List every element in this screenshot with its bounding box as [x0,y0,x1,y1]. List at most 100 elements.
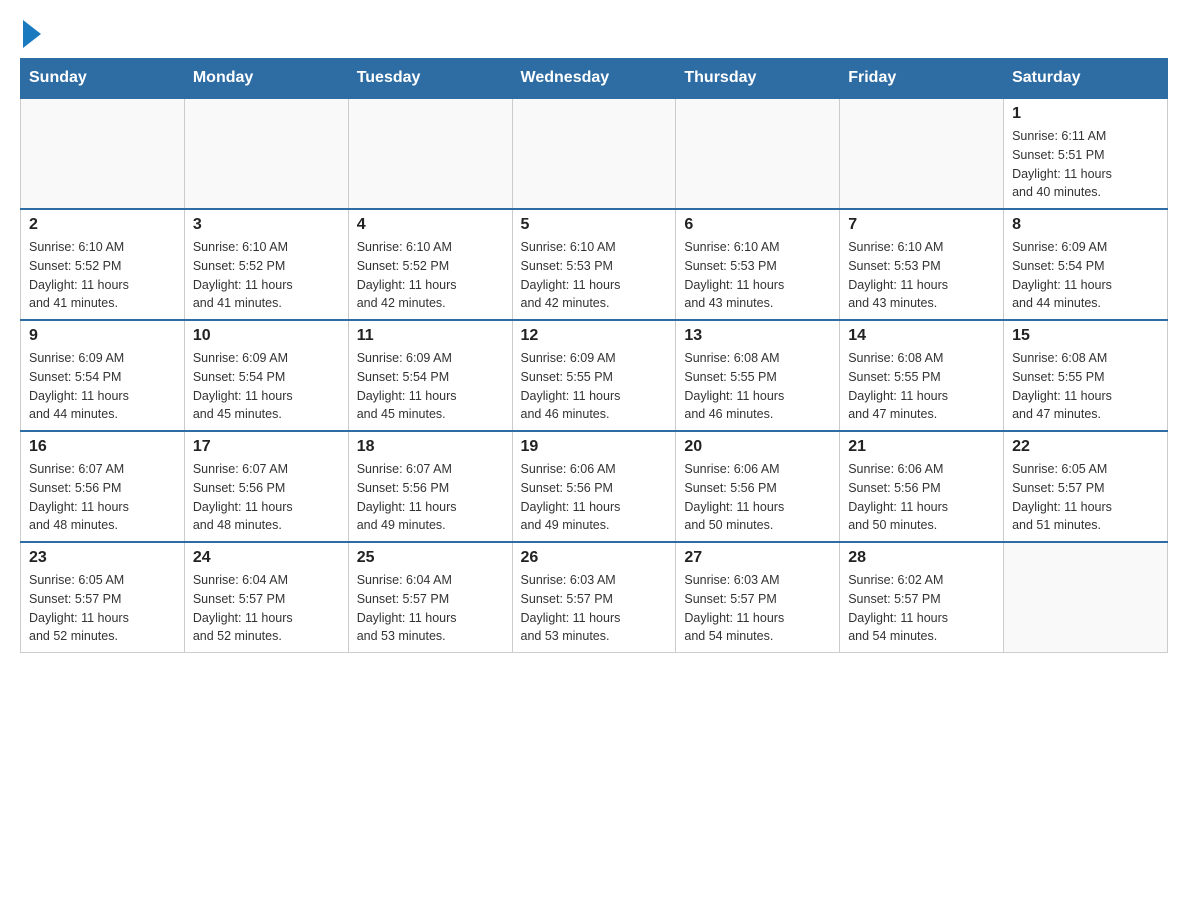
calendar-cell [840,98,1004,209]
calendar-cell [676,98,840,209]
calendar-cell: 1 Sunrise: 6:11 AM Sunset: 5:51 PM Daylig… [1004,98,1168,209]
calendar-cell: 18 Sunrise: 6:07 AM Sunset: 5:56 PM Dayli… [348,431,512,542]
day-info: Sunrise: 6:02 AM Sunset: 5:57 PM Dayligh… [848,571,995,646]
weekday-header-thursday: Thursday [676,59,840,99]
day-number: 2 [29,216,176,234]
day-info: Sunrise: 6:10 AM Sunset: 5:52 PM Dayligh… [193,238,340,313]
day-number: 24 [193,549,340,567]
calendar-cell: 5 Sunrise: 6:10 AM Sunset: 5:53 PM Daylig… [512,209,676,320]
day-number: 22 [1012,438,1159,456]
day-info: Sunrise: 6:06 AM Sunset: 5:56 PM Dayligh… [848,460,995,535]
day-number: 16 [29,438,176,456]
day-number: 7 [848,216,995,234]
calendar-cell: 23 Sunrise: 6:05 AM Sunset: 5:57 PM Dayli… [21,542,185,653]
calendar-cell: 14 Sunrise: 6:08 AM Sunset: 5:55 PM Dayli… [840,320,1004,431]
day-info: Sunrise: 6:07 AM Sunset: 5:56 PM Dayligh… [357,460,504,535]
logo-triangle-icon [23,20,41,48]
calendar-cell [184,98,348,209]
calendar-cell [512,98,676,209]
page-header [20,20,1168,48]
calendar-cell: 10 Sunrise: 6:09 AM Sunset: 5:54 PM Dayli… [184,320,348,431]
day-number: 21 [848,438,995,456]
calendar-cell: 15 Sunrise: 6:08 AM Sunset: 5:55 PM Dayli… [1004,320,1168,431]
day-info: Sunrise: 6:08 AM Sunset: 5:55 PM Dayligh… [684,349,831,424]
day-info: Sunrise: 6:06 AM Sunset: 5:56 PM Dayligh… [684,460,831,535]
calendar-week-5: 23 Sunrise: 6:05 AM Sunset: 5:57 PM Dayli… [21,542,1168,653]
day-number: 28 [848,549,995,567]
calendar-cell: 12 Sunrise: 6:09 AM Sunset: 5:55 PM Dayli… [512,320,676,431]
weekday-header-friday: Friday [840,59,1004,99]
day-info: Sunrise: 6:10 AM Sunset: 5:53 PM Dayligh… [848,238,995,313]
day-number: 3 [193,216,340,234]
day-number: 18 [357,438,504,456]
calendar-header-row: SundayMondayTuesdayWednesdayThursdayFrid… [21,59,1168,99]
day-info: Sunrise: 6:08 AM Sunset: 5:55 PM Dayligh… [848,349,995,424]
calendar-cell: 24 Sunrise: 6:04 AM Sunset: 5:57 PM Dayli… [184,542,348,653]
calendar-week-3: 9 Sunrise: 6:09 AM Sunset: 5:54 PM Daylig… [21,320,1168,431]
day-info: Sunrise: 6:06 AM Sunset: 5:56 PM Dayligh… [521,460,668,535]
day-number: 6 [684,216,831,234]
day-number: 14 [848,327,995,345]
calendar-cell [21,98,185,209]
logo-bottom-row [20,20,41,48]
weekday-header-sunday: Sunday [21,59,185,99]
calendar-cell: 13 Sunrise: 6:08 AM Sunset: 5:55 PM Dayli… [676,320,840,431]
day-info: Sunrise: 6:10 AM Sunset: 5:53 PM Dayligh… [521,238,668,313]
day-number: 9 [29,327,176,345]
calendar-week-1: 1 Sunrise: 6:11 AM Sunset: 5:51 PM Daylig… [21,98,1168,209]
day-number: 19 [521,438,668,456]
day-info: Sunrise: 6:07 AM Sunset: 5:56 PM Dayligh… [29,460,176,535]
day-info: Sunrise: 6:09 AM Sunset: 5:54 PM Dayligh… [357,349,504,424]
day-info: Sunrise: 6:03 AM Sunset: 5:57 PM Dayligh… [521,571,668,646]
day-number: 5 [521,216,668,234]
day-number: 11 [357,327,504,345]
calendar-cell: 16 Sunrise: 6:07 AM Sunset: 5:56 PM Dayli… [21,431,185,542]
calendar-cell: 25 Sunrise: 6:04 AM Sunset: 5:57 PM Dayli… [348,542,512,653]
calendar-cell: 20 Sunrise: 6:06 AM Sunset: 5:56 PM Dayli… [676,431,840,542]
day-number: 10 [193,327,340,345]
logo [20,20,41,48]
calendar-cell: 26 Sunrise: 6:03 AM Sunset: 5:57 PM Dayli… [512,542,676,653]
calendar-table: SundayMondayTuesdayWednesdayThursdayFrid… [20,58,1168,653]
day-number: 15 [1012,327,1159,345]
day-number: 13 [684,327,831,345]
day-info: Sunrise: 6:04 AM Sunset: 5:57 PM Dayligh… [357,571,504,646]
day-info: Sunrise: 6:04 AM Sunset: 5:57 PM Dayligh… [193,571,340,646]
day-number: 12 [521,327,668,345]
calendar-cell [1004,542,1168,653]
day-info: Sunrise: 6:09 AM Sunset: 5:54 PM Dayligh… [1012,238,1159,313]
day-number: 20 [684,438,831,456]
calendar-cell: 17 Sunrise: 6:07 AM Sunset: 5:56 PM Dayli… [184,431,348,542]
day-number: 17 [193,438,340,456]
day-number: 4 [357,216,504,234]
calendar-cell: 21 Sunrise: 6:06 AM Sunset: 5:56 PM Dayli… [840,431,1004,542]
day-info: Sunrise: 6:09 AM Sunset: 5:54 PM Dayligh… [193,349,340,424]
day-info: Sunrise: 6:09 AM Sunset: 5:55 PM Dayligh… [521,349,668,424]
day-number: 27 [684,549,831,567]
day-info: Sunrise: 6:07 AM Sunset: 5:56 PM Dayligh… [193,460,340,535]
day-info: Sunrise: 6:10 AM Sunset: 5:52 PM Dayligh… [357,238,504,313]
day-number: 23 [29,549,176,567]
calendar-cell: 9 Sunrise: 6:09 AM Sunset: 5:54 PM Daylig… [21,320,185,431]
day-number: 25 [357,549,504,567]
day-number: 8 [1012,216,1159,234]
day-info: Sunrise: 6:05 AM Sunset: 5:57 PM Dayligh… [1012,460,1159,535]
calendar-cell [348,98,512,209]
day-info: Sunrise: 6:08 AM Sunset: 5:55 PM Dayligh… [1012,349,1159,424]
day-info: Sunrise: 6:03 AM Sunset: 5:57 PM Dayligh… [684,571,831,646]
day-info: Sunrise: 6:10 AM Sunset: 5:53 PM Dayligh… [684,238,831,313]
calendar-week-4: 16 Sunrise: 6:07 AM Sunset: 5:56 PM Dayli… [21,431,1168,542]
calendar-cell: 28 Sunrise: 6:02 AM Sunset: 5:57 PM Dayli… [840,542,1004,653]
calendar-cell: 6 Sunrise: 6:10 AM Sunset: 5:53 PM Daylig… [676,209,840,320]
day-info: Sunrise: 6:05 AM Sunset: 5:57 PM Dayligh… [29,571,176,646]
day-number: 26 [521,549,668,567]
calendar-cell: 2 Sunrise: 6:10 AM Sunset: 5:52 PM Daylig… [21,209,185,320]
day-number: 1 [1012,105,1159,123]
weekday-header-monday: Monday [184,59,348,99]
day-info: Sunrise: 6:10 AM Sunset: 5:52 PM Dayligh… [29,238,176,313]
calendar-cell: 8 Sunrise: 6:09 AM Sunset: 5:54 PM Daylig… [1004,209,1168,320]
calendar-cell: 4 Sunrise: 6:10 AM Sunset: 5:52 PM Daylig… [348,209,512,320]
calendar-cell: 7 Sunrise: 6:10 AM Sunset: 5:53 PM Daylig… [840,209,1004,320]
day-info: Sunrise: 6:11 AM Sunset: 5:51 PM Dayligh… [1012,127,1159,202]
day-info: Sunrise: 6:09 AM Sunset: 5:54 PM Dayligh… [29,349,176,424]
